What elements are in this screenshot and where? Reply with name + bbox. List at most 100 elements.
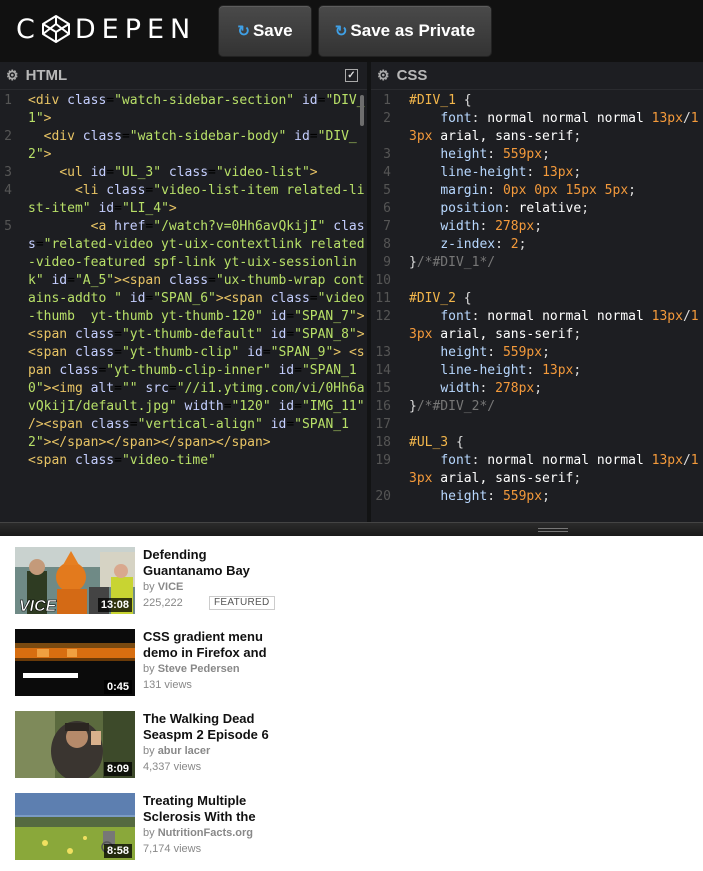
video-views: 225,222 [143, 597, 183, 609]
video-author-line: by Steve Pedersen [143, 663, 240, 675]
video-author-line: by NutritionFacts.org [143, 827, 254, 839]
video-author-line: by abur lacer [143, 745, 211, 757]
refresh-icon: ↻ [237, 23, 250, 40]
video-thumbnail[interactable]: 0:45 [15, 629, 135, 696]
video-duration: 8:58 [103, 844, 132, 858]
top-bar: C DEPEN ↻ Save ↻ Save as Private [0, 0, 703, 62]
code-line: 17 [371, 416, 703, 434]
html-code-editor[interactable]: 1 <div class="watch-sidebar-section" id="… [0, 92, 367, 522]
code-line: 4 line-height: 13px; [371, 164, 703, 182]
video-views: 4,337 views [143, 761, 202, 773]
video-title[interactable]: The Walking Dead Seaspm 2 Episode 6 [143, 711, 283, 743]
line-number: 1 [4, 93, 12, 108]
video-list-item[interactable]: VICE 13:08 Defending Guantanamo Bay by V… [15, 536, 315, 614]
gear-icon[interactable]: ⚙ [6, 67, 19, 84]
line-number: 10 [375, 273, 391, 288]
code-line: <span class="video-time" [28, 453, 216, 468]
refresh-icon: ↻ [334, 23, 348, 40]
checkbox-icon[interactable]: ✓ [345, 69, 358, 82]
line-number: 15 [375, 381, 391, 396]
html-scrollbar[interactable] [360, 95, 364, 126]
line-number: 6 [383, 201, 391, 216]
code-line: 20 height: 559px; [371, 488, 703, 506]
line-number: 9 [383, 255, 391, 270]
save-button[interactable]: ↻ Save [218, 5, 312, 57]
line-number: 11 [375, 291, 391, 306]
code-line: 19 font: normal normal normal 13px/13px … [371, 452, 703, 488]
line-number: 2 [4, 129, 12, 144]
line-number: 12 [375, 309, 391, 324]
editor-area: ⚙ HTML ✓ 1 <div class="watch-sidebar-sect… [0, 62, 703, 522]
code-line: 6 position: relative; [371, 200, 703, 218]
code-line: 11 #DIV_2 { [371, 290, 703, 308]
featured-badge: FEATURED [209, 596, 275, 610]
code-line: 5 <a href="/watch?v=0Hh6avQkijI" class="… [0, 218, 367, 452]
video-list-item[interactable]: 8:09 The Walking Dead Seaspm 2 Episode 6… [15, 700, 315, 778]
line-number: 7 [383, 219, 391, 234]
video-title[interactable]: Defending Guantanamo Bay [143, 547, 283, 579]
video-thumbnail[interactable]: 8:09 [15, 711, 135, 778]
code-line: 15 width: 278px; [371, 380, 703, 398]
code-line: 13 height: 559px; [371, 344, 703, 362]
html-pane-header: ⚙ HTML ✓ [0, 62, 367, 90]
grip-icon [538, 528, 568, 532]
codepen-cube-icon [41, 15, 70, 43]
code-line: 2 <div class="watch-sidebar-body" id="DI… [0, 128, 367, 164]
code-line: 2 font: normal normal normal 13px/13px a… [371, 110, 703, 146]
code-line: 4 <li class="video-list-item related-lis… [0, 182, 367, 218]
code-line: 1 <div class="watch-sidebar-section" id="… [0, 92, 367, 128]
save-as-private-button[interactable]: ↻ Save as Private [318, 5, 492, 57]
css-pane-header: ⚙ CSS [371, 62, 703, 90]
video-author[interactable]: Steve Pedersen [158, 663, 240, 675]
video-duration: 13:08 [97, 598, 132, 612]
video-author-line: by VICE [143, 581, 184, 593]
video-author[interactable]: abur lacer [158, 745, 211, 757]
codepen-logo[interactable]: C DEPEN [16, 12, 196, 46]
gear-icon[interactable]: ⚙ [377, 67, 390, 84]
video-author[interactable]: VICE [158, 581, 184, 593]
resize-handle-bar[interactable] [0, 522, 703, 536]
css-pane-title: CSS [396, 67, 428, 84]
html-editor-pane: ⚙ HTML ✓ 1 <div class="watch-sidebar-sect… [0, 62, 367, 522]
code-line: 18 #UL_3 { [371, 434, 703, 452]
svg-text:VICE: VICE [19, 598, 58, 614]
video-duration: 0:45 [103, 680, 132, 694]
video-duration: 8:09 [103, 762, 132, 776]
css-editor-pane: ⚙ CSS 1 #DIV_1 {2 font: normal normal nor… [371, 62, 703, 522]
line-number: 3 [383, 147, 391, 162]
css-code-editor[interactable]: 1 #DIV_1 {2 font: normal normal normal 13… [371, 92, 703, 522]
code-line: 8 z-index: 2; [371, 236, 703, 254]
code-line: 7 width: 278px; [371, 218, 703, 236]
code-line: 9}/*#DIV_1*/ [371, 254, 703, 272]
line-number: 17 [375, 417, 391, 432]
save-as-private-label: Save as Private [350, 21, 476, 40]
video-title[interactable]: Treating Multiple Sclerosis With the [143, 793, 283, 825]
code-line: 1 #DIV_1 { [371, 92, 703, 110]
line-number: 1 [383, 93, 391, 108]
code-line: 16}/*#DIV_2*/ [371, 398, 703, 416]
video-list-item[interactable]: 0:45 CSS gradient menu demo in Firefox a… [15, 618, 315, 696]
line-number: 2 [383, 111, 391, 126]
line-number: 13 [375, 345, 391, 360]
line-number: 3 [4, 165, 12, 180]
line-number: 4 [4, 183, 12, 198]
line-number: 8 [383, 237, 391, 252]
video-thumbnail[interactable]: VICE 13:08 [15, 547, 135, 614]
code-line: 3 height: 559px; [371, 146, 703, 164]
video-thumbnail[interactable]: 8:58 [15, 793, 135, 860]
line-number: 18 [375, 435, 391, 450]
html-pane-title: HTML [25, 67, 68, 84]
code-line: 10 [371, 272, 703, 290]
line-number: 20 [375, 489, 391, 504]
video-list-item[interactable]: 8:58 Treating Multiple Sclerosis With th… [15, 782, 315, 860]
line-number: 16 [375, 399, 391, 414]
video-views: 7,174 views [143, 843, 202, 855]
video-title[interactable]: CSS gradient menu demo in Firefox and [143, 629, 283, 661]
code-line: 3 <ul id="UL_3" class="video-list"> [0, 164, 367, 182]
video-author[interactable]: NutritionFacts.org [158, 827, 253, 839]
code-line: 14 line-height: 13px; [371, 362, 703, 380]
result-preview: VICE 13:08 Defending Guantanamo Bay by V… [0, 536, 703, 871]
line-number: 19 [375, 453, 391, 468]
save-button-label: Save [252, 21, 293, 40]
code-line: 12 font: normal normal normal 13px/13px … [371, 308, 703, 344]
